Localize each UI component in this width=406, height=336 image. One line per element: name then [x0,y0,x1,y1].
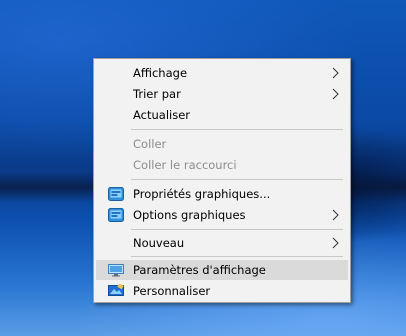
menu-item-label: Options graphiques [133,208,246,222]
menu-item-display-settings[interactable]: Paramètres d'affichage [96,260,348,280]
menu-item-sort-by[interactable]: Trier par [96,84,348,104]
menu-item-label: Coller [133,137,167,151]
chevron-right-icon [332,67,339,79]
menu-separator [131,179,343,180]
menu-item-label: Personnaliser [133,284,211,298]
menu-item-new[interactable]: Nouveau [96,233,348,253]
menu-item-label: Propriétés graphiques... [133,187,271,201]
menu-separator [131,129,343,130]
chevron-right-icon [332,209,339,221]
menu-separator [131,256,343,257]
menu-item-label: Nouveau [133,236,185,250]
intel-graphics-icon [108,208,124,222]
chevron-right-icon [332,88,339,100]
menu-item-graphics-options[interactable]: Options graphiques [96,205,348,225]
menu-item-label: Coller le raccourci [133,158,237,172]
menu-item-label: Paramètres d'affichage [133,263,266,277]
display-monitor-icon [108,264,124,277]
menu-item-label: Trier par [133,87,181,101]
menu-item-view[interactable]: Affichage [96,63,348,83]
chevron-right-icon [332,237,339,249]
menu-item-personalize[interactable]: Personnaliser [96,281,348,301]
intel-graphics-icon [108,187,124,201]
menu-separator [131,229,343,230]
desktop-context-menu: Affichage Trier par Actualiser Coller Co… [93,58,351,303]
menu-item-refresh[interactable]: Actualiser [96,105,348,125]
menu-item-label: Affichage [133,66,188,80]
menu-item-paste[interactable]: Coller [96,134,348,154]
menu-item-label: Actualiser [133,108,191,122]
menu-item-paste-shortcut[interactable]: Coller le raccourci [96,155,348,175]
personalize-icon [108,284,124,296]
menu-item-graphics-properties[interactable]: Propriétés graphiques... [96,184,348,204]
